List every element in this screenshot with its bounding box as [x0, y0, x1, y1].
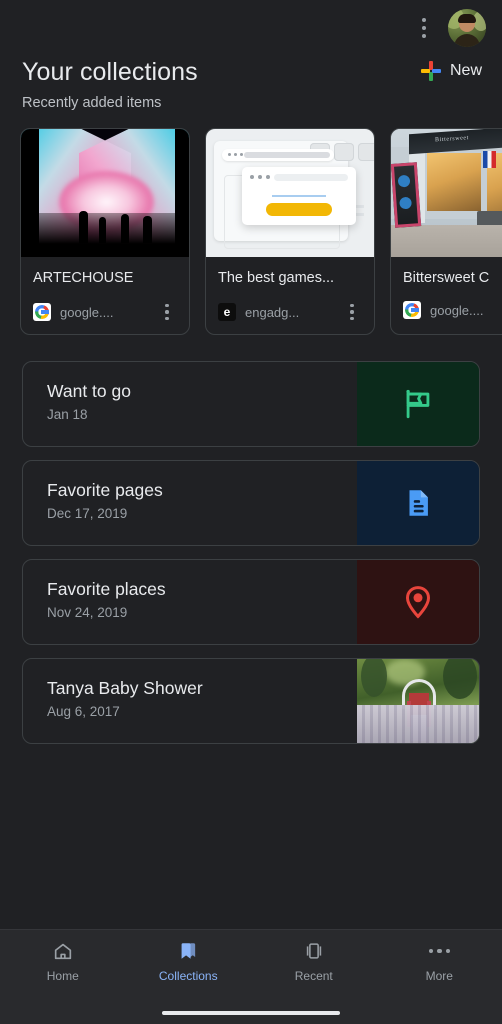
card-title: The best games... [218, 270, 335, 286]
card-thumbnail [206, 129, 374, 257]
card-title: Bittersweet C [403, 270, 490, 286]
flag-icon [406, 389, 430, 419]
home-indicator[interactable] [162, 1010, 340, 1016]
collection-icon-tile [357, 560, 479, 644]
recently-added-carousel[interactable]: ARTECHOUSE google.... The best games... … [0, 128, 502, 335]
card-source: google.... [430, 302, 484, 318]
card-source: google.... [60, 304, 114, 320]
kebab-dot [422, 17, 426, 22]
avatar[interactable] [448, 8, 486, 47]
app-screen: Your collections New Recently added item… [0, 0, 502, 1024]
kebab-dot [422, 33, 426, 38]
bottom-nav-items: Home Collections Recent More [0, 930, 502, 1002]
collection-date: Aug 6, 2017 [47, 704, 120, 719]
card-source: engadg... [245, 304, 300, 320]
collections-icon [177, 939, 199, 963]
collection-row-text: Tanya Baby Shower Aug 6, 2017 [23, 659, 357, 743]
collection-row-text: Want to go Jan 18 [23, 362, 357, 446]
collection-title: Tanya Baby Shower [47, 678, 203, 698]
nav-item-collections[interactable]: Collections [126, 939, 252, 1002]
collection-date: Dec 17, 2019 [47, 506, 128, 521]
recent-card[interactable]: The best games... e engadg... [205, 128, 375, 335]
new-collection-button[interactable]: New [420, 61, 482, 81]
collection-row-tanya-baby-shower[interactable]: Tanya Baby Shower Aug 6, 2017 [22, 658, 480, 744]
nav-item-home[interactable]: Home [0, 939, 126, 1002]
engadget-favicon: e [218, 303, 236, 321]
collection-title: Want to go [47, 381, 131, 401]
bottom-navigation-bar: Home Collections Recent More [0, 929, 502, 1024]
home-icon [52, 939, 74, 963]
collection-row-text: Favorite pages Dec 17, 2019 [23, 461, 357, 545]
collection-photo-thumbnail [357, 659, 479, 743]
more-dots-icon [428, 939, 450, 963]
card-body: ARTECHOUSE google.... [21, 257, 189, 334]
recent-tabs-icon [303, 939, 325, 963]
kebab-menu-icon[interactable] [406, 8, 442, 48]
nav-item-recent[interactable]: Recent [251, 939, 377, 1002]
nav-label: More [425, 969, 453, 983]
top-bar [0, 0, 502, 55]
card-meta: e engadg... [218, 301, 362, 323]
card-thumbnail [21, 129, 189, 257]
collection-date: Jan 18 [47, 407, 88, 422]
recent-card[interactable]: ARTECHOUSE google.... [20, 128, 190, 335]
collection-row-favorite-places[interactable]: Favorite places Nov 24, 2019 [22, 559, 480, 645]
document-icon [409, 490, 428, 516]
home-indicator-area [0, 1002, 502, 1024]
new-collection-label: New [449, 62, 482, 79]
avatar-hair [458, 13, 476, 23]
collection-row-want-to-go[interactable]: Want to go Jan 18 [22, 361, 480, 447]
more-options-icon[interactable] [342, 301, 362, 323]
page-title: Your collections [22, 58, 198, 86]
card-meta: google.... [33, 301, 177, 323]
collection-title: Favorite pages [47, 480, 163, 500]
card-title: ARTECHOUSE [33, 270, 134, 286]
card-meta: google.... [403, 301, 502, 319]
card-thumbnail: Bittersweet [391, 129, 502, 257]
collection-date: Nov 24, 2019 [47, 605, 128, 620]
google-favicon [33, 303, 51, 321]
card-body: The best games... e engadg... [206, 257, 374, 334]
nav-label: Collections [158, 969, 218, 983]
nav-label: Home [46, 969, 79, 983]
page-subtitle: Recently added items [22, 95, 162, 111]
collections-list: Want to go Jan 18 Favorite pages Dec 17,… [0, 361, 502, 744]
collection-icon-tile [357, 362, 479, 446]
card-body: Bittersweet C google.... [391, 257, 502, 330]
google-plus-icon [420, 61, 441, 81]
collection-row-favorite-pages[interactable]: Favorite pages Dec 17, 2019 [22, 460, 480, 546]
collection-icon-tile [357, 461, 479, 545]
collection-row-text: Favorite places Nov 24, 2019 [23, 560, 357, 644]
map-pin-icon [405, 586, 431, 619]
more-options-icon[interactable] [157, 301, 177, 323]
nav-label: Recent [294, 969, 333, 983]
page-heading-row: Your collections New [0, 55, 502, 87]
kebab-dot [422, 25, 426, 30]
collection-title: Favorite places [47, 579, 166, 599]
google-favicon [403, 301, 421, 319]
nav-item-more[interactable]: More [377, 939, 502, 1002]
recent-card[interactable]: Bittersweet Bittersweet C google.... [390, 128, 502, 335]
